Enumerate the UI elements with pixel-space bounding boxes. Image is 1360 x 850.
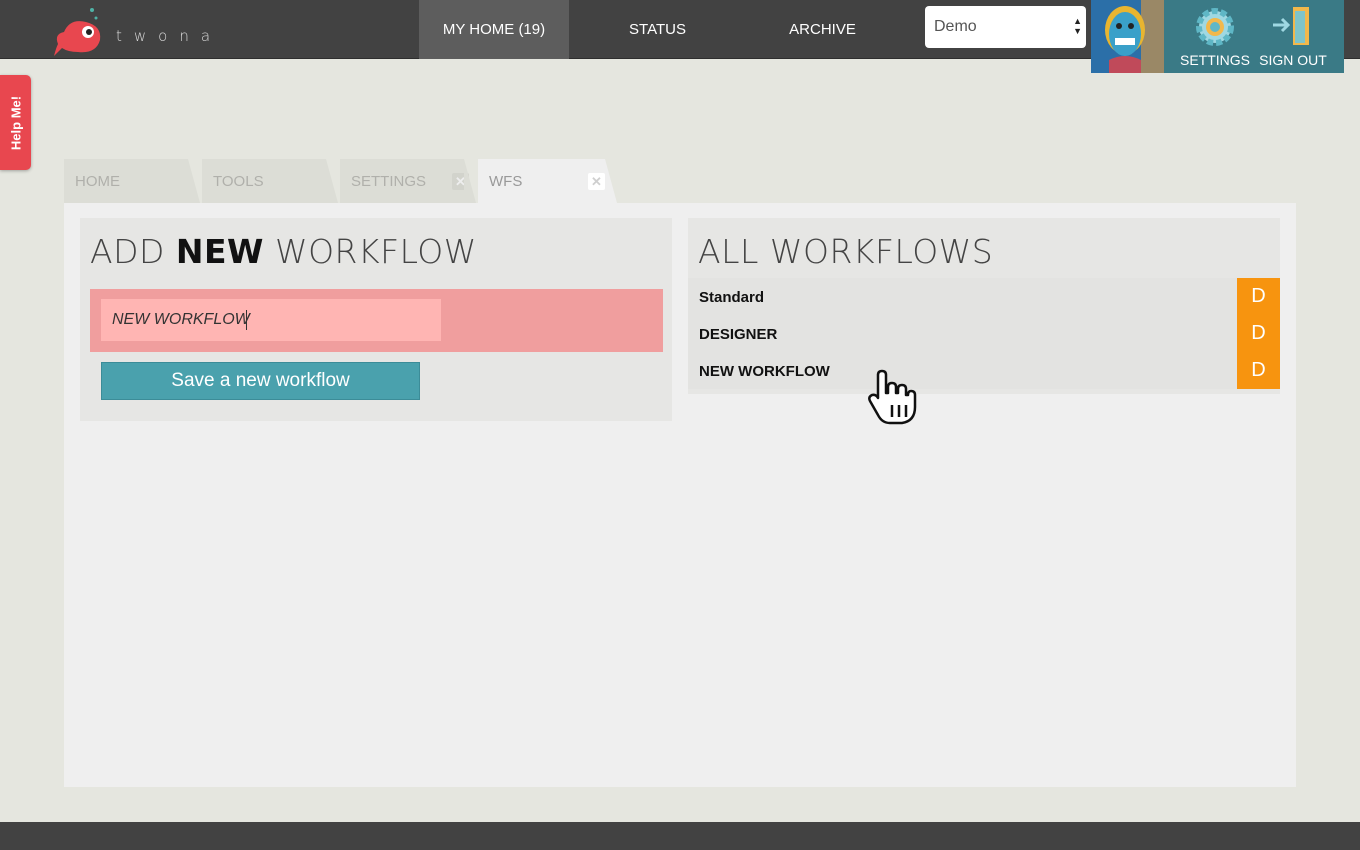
tab-wfs-label: WFS (489, 173, 523, 190)
workflow-name: Standard (699, 289, 765, 306)
workflow-list: Standard D DESIGNER D NEW WORKFLOW D (688, 278, 1280, 389)
help-me-tab[interactable]: Help Me! (0, 75, 31, 170)
tab-settings-label: SETTINGS (351, 173, 427, 190)
gear-icon (1196, 8, 1234, 46)
heading-pre: ADD (90, 232, 176, 271)
nav-my-home[interactable]: MY HOME (19) (419, 0, 569, 59)
sign-out-label: SIGN OUT (1259, 52, 1327, 68)
sign-out-button[interactable]: SIGN OUT (1253, 0, 1333, 73)
nav-archive[interactable]: ARCHIVE (755, 0, 890, 59)
workflow-name: DESIGNER (699, 326, 778, 343)
text-caret (246, 310, 247, 330)
twona-logo-icon[interactable] (52, 4, 108, 58)
heading-bold: NEW (175, 232, 264, 271)
workflow-input-wrapper (90, 289, 663, 352)
footer-bar (0, 822, 1360, 850)
all-workflows-heading: ALL WORKFLOWS (698, 232, 994, 271)
user-panel: SETTINGS SIGN OUT (1091, 0, 1344, 73)
delete-workflow-button[interactable]: D (1237, 278, 1280, 315)
workflow-row[interactable]: Standard D (688, 278, 1280, 315)
tab-home[interactable]: HOME (64, 159, 200, 203)
organization-select-value: Demo (934, 18, 977, 35)
workflow-name: NEW WORKFLOW (699, 363, 830, 380)
tab-settings-close-icon[interactable]: ✕ (452, 173, 469, 190)
help-me-label: Help Me! (8, 95, 23, 150)
settings-button[interactable]: SETTINGS (1175, 0, 1255, 73)
settings-label: SETTINGS (1179, 52, 1250, 68)
tab-wfs[interactable]: WFS ✕ (478, 159, 617, 203)
workflow-row[interactable]: DESIGNER D (688, 315, 1280, 352)
tab-wfs-close-icon[interactable]: ✕ (588, 173, 605, 190)
delete-workflow-button[interactable]: D (1237, 352, 1280, 389)
workflow-row[interactable]: NEW WORKFLOW D (688, 352, 1280, 389)
door-exit-icon (1273, 7, 1309, 45)
hand-pointer-cursor-icon (868, 369, 917, 425)
tab-home-label: HOME (75, 173, 120, 190)
select-arrows-icon: ▲ ▼ (1073, 16, 1082, 36)
tab-settings[interactable]: SETTINGS ✕ (340, 159, 476, 203)
add-workflow-heading: ADD NEW WORKFLOW (90, 232, 477, 271)
avatar[interactable] (1091, 0, 1164, 73)
nav-status[interactable]: STATUS (590, 0, 725, 59)
heading-post: WORKFLOW (263, 232, 477, 271)
tab-tools-label: TOOLS (213, 173, 264, 190)
organization-select[interactable]: Demo ▲ ▼ (925, 6, 1086, 48)
logo-text: twona (116, 27, 223, 45)
save-workflow-button[interactable]: Save a new workflow (101, 362, 420, 400)
main-content: ADD NEW WORKFLOW Save a new workflow ALL… (64, 203, 1296, 787)
all-workflows-panel: ALL WORKFLOWS Standard D DESIGNER D NEW … (688, 218, 1280, 394)
delete-workflow-button[interactable]: D (1237, 315, 1280, 352)
tab-tools[interactable]: TOOLS (202, 159, 338, 203)
workflow-name-input[interactable] (101, 299, 441, 341)
add-workflow-panel: ADD NEW WORKFLOW Save a new workflow (80, 218, 672, 421)
